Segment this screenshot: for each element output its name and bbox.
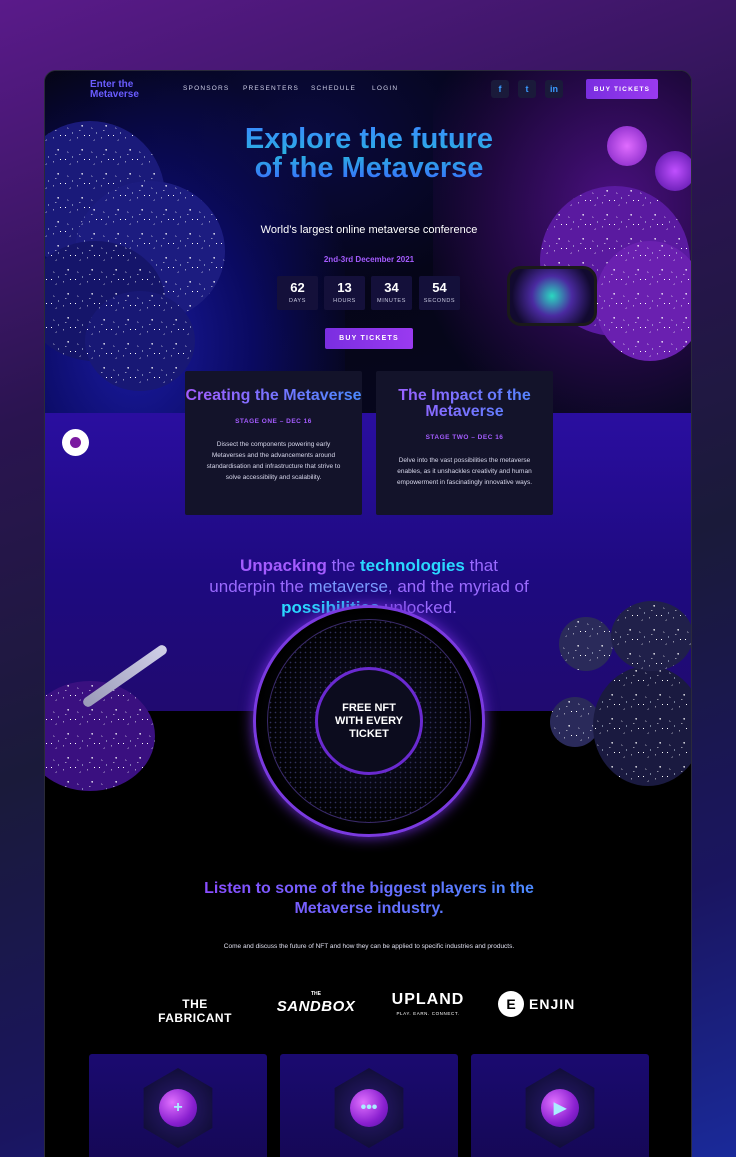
floating-ring-art bbox=[607, 126, 647, 166]
page-frame: Enter the Metaverse SPONSORS PRESENTERS … bbox=[44, 70, 692, 1157]
hero-title: Explore the future of the Metaverse bbox=[229, 125, 509, 183]
countdown-minutes: 34 MINUTES bbox=[371, 276, 412, 310]
floating-ring-art bbox=[655, 151, 691, 191]
galaxy-cloud-art bbox=[559, 617, 613, 671]
countdown-hours: 13 HOURS bbox=[324, 276, 365, 310]
nav-link-sponsors[interactable]: SPONSORS bbox=[183, 85, 229, 92]
enjin-logo-icon: E bbox=[498, 991, 524, 1017]
hero-section: Enter the Metaverse SPONSORS PRESENTERS … bbox=[45, 71, 691, 413]
sponsor-logo-fabricant[interactable]: THE FABRICANT bbox=[149, 997, 241, 1025]
hero-buy-tickets-button[interactable]: BUY TICKETS bbox=[325, 328, 413, 349]
countdown-days: 62 DAYS bbox=[277, 276, 318, 310]
chat-bubble-icon: ••• bbox=[350, 1089, 388, 1127]
chat-badge-button[interactable] bbox=[62, 429, 89, 456]
feature-tile-social[interactable]: ••• bbox=[280, 1054, 458, 1157]
twitter-icon[interactable]: t bbox=[518, 80, 536, 98]
game-controller-icon: + bbox=[159, 1089, 197, 1127]
nav-link-login[interactable]: LOGIN bbox=[372, 85, 398, 92]
linkedin-icon[interactable]: in bbox=[545, 80, 563, 98]
top-nav: Enter the Metaverse SPONSORS PRESENTERS … bbox=[45, 71, 691, 109]
sponsor-logo-upland[interactable]: UPLAND PLAY. EARN. CONNECT. bbox=[390, 991, 466, 1016]
galaxy-cloud-art bbox=[593, 666, 691, 786]
event-date: 2nd-3rd December 2021 bbox=[323, 255, 415, 264]
free-nft-badge: FREE NFT WITH EVERY TICKET bbox=[315, 667, 423, 775]
sponsor-logo-sandbox[interactable]: THE SANDBOX bbox=[271, 991, 361, 1015]
feature-tile-gaming[interactable]: + bbox=[89, 1054, 267, 1157]
nav-buy-tickets-button[interactable]: BUY TICKETS bbox=[586, 79, 658, 99]
play-icon: ▶ bbox=[541, 1089, 579, 1127]
countdown-seconds: 54 SECONDS bbox=[419, 276, 460, 310]
stage-card-two: The Impact of the Metaverse STAGE TWO – … bbox=[376, 371, 553, 515]
nav-link-presenters[interactable]: PRESENTERS bbox=[243, 85, 299, 92]
hero-subtitle: World’s largest online metaverse confere… bbox=[260, 224, 478, 236]
facebook-icon[interactable]: f bbox=[491, 80, 509, 98]
players-subtitle: Come and discuss the future of NFT and h… bbox=[223, 943, 515, 950]
nav-link-schedule[interactable]: SCHEDULE bbox=[311, 85, 356, 92]
heart-icon bbox=[70, 437, 81, 448]
vr-headset-art bbox=[507, 266, 597, 326]
players-heading: Listen to some of the biggest players in… bbox=[199, 879, 539, 919]
sponsor-logo-enjin[interactable]: E ENJIN bbox=[498, 991, 588, 1017]
galaxy-cloud-art bbox=[85, 291, 195, 391]
galaxy-cloud-art bbox=[611, 601, 691, 671]
feature-tile-media[interactable]: ▶ bbox=[471, 1054, 649, 1157]
stage-card-one: Creating the Metaverse STAGE ONE – DEC 1… bbox=[185, 371, 362, 515]
site-logo[interactable]: Enter the Metaverse bbox=[90, 80, 160, 100]
